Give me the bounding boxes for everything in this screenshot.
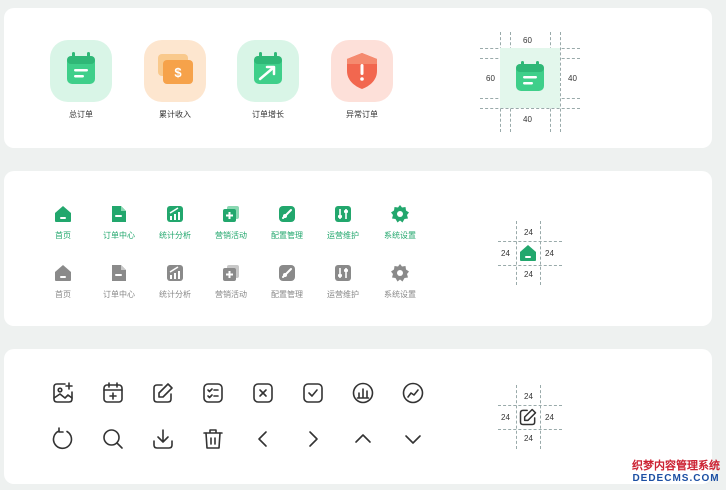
nav-label: 配置管理 — [271, 231, 303, 240]
checklist-icon[interactable] — [201, 381, 225, 405]
marketing-icon — [223, 265, 239, 281]
nav-item-settings[interactable]: 系统设置 — [372, 204, 428, 241]
nav-item-analytics-inactive[interactable]: 统计分析 — [147, 263, 203, 300]
stat-label-cumulative-income: 累计收入 — [159, 110, 191, 119]
nav-label: 营销活动 — [215, 231, 247, 240]
nav-item-config-inactive[interactable]: 配置管理 — [259, 263, 315, 300]
nav-item-home[interactable]: 首页 — [35, 204, 91, 241]
spec-top-value: 24 — [524, 392, 533, 401]
chart-up-icon — [167, 265, 183, 281]
download-icon[interactable] — [151, 427, 175, 451]
spec-bottom-value: 24 — [524, 434, 533, 443]
nav-label: 首页 — [55, 290, 71, 299]
refresh-icon[interactable] — [51, 427, 75, 451]
nav-item-orders[interactable]: 订单中心 — [91, 204, 147, 241]
nav-item-config[interactable]: 配置管理 — [259, 204, 315, 241]
cumulative-income-dollar-icon: $ — [144, 40, 206, 102]
spec-right-value: 40 — [568, 74, 577, 83]
nav-label: 营销活动 — [215, 290, 247, 299]
nav-label: 统计分析 — [159, 231, 191, 240]
order-growth-calendar-icon — [237, 40, 299, 102]
chevron-down-icon[interactable] — [401, 427, 425, 451]
spec-bottom-value: 24 — [524, 270, 533, 279]
line-chart-circle-icon[interactable] — [401, 381, 425, 405]
gear-icon — [391, 205, 409, 223]
edit-icon[interactable] — [151, 381, 175, 405]
nav-item-orders-inactive[interactable]: 订单中心 — [91, 263, 147, 300]
stats-icon-panel: 总订单 $ 累计收入 订单增长 异常订单 60 60 40 40 — [4, 8, 712, 148]
svg-text:$: $ — [174, 65, 182, 80]
edit-icon — [519, 408, 537, 426]
watermark-domain: DEDECMS.COM — [632, 473, 720, 484]
stat-label-order-growth: 订单增长 — [252, 110, 284, 119]
config-icon — [279, 206, 295, 222]
nav-item-marketing-inactive[interactable]: 营销活动 — [203, 263, 259, 300]
marketing-icon — [223, 206, 239, 222]
nav-label: 首页 — [55, 231, 71, 240]
nav-label: 订单中心 — [103, 290, 135, 299]
spec-left-value: 24 — [501, 413, 510, 422]
sliders-icon — [335, 265, 351, 281]
nav-label: 统计分析 — [159, 290, 191, 299]
spec-right-value: 24 — [545, 413, 554, 422]
nav-item-operations-inactive[interactable]: 运营维护 — [315, 263, 371, 300]
stat-label-total-orders: 总订单 — [69, 110, 93, 119]
watermark-title: 织梦内容管理系统 — [632, 460, 720, 472]
nav-label: 系统设置 — [384, 290, 416, 299]
abnormal-orders-shield-icon — [331, 40, 393, 102]
chart-up-icon — [167, 206, 183, 222]
chevron-right-icon[interactable] — [301, 427, 325, 451]
calendar-add-icon[interactable] — [101, 381, 125, 405]
spec-top-value: 24 — [524, 228, 533, 237]
gear-icon — [391, 264, 409, 282]
spec-top-value: 60 — [523, 36, 532, 45]
config-icon — [279, 265, 295, 281]
spec-right-value: 24 — [545, 249, 554, 258]
home-icon — [520, 245, 536, 261]
nav-item-operations[interactable]: 运营维护 — [315, 204, 371, 241]
image-add-icon[interactable] — [51, 381, 75, 405]
calendar-icon — [516, 61, 544, 91]
nav-icon-panel: 首页 订单中心 统计分析 营销活动 配置管理 运营维护 系统设置 首页 订单中心… — [4, 171, 712, 326]
nav-item-settings-inactive[interactable]: 系统设置 — [372, 263, 428, 300]
trash-icon[interactable] — [201, 427, 225, 451]
search-icon[interactable] — [101, 427, 125, 451]
nav-label: 系统设置 — [384, 231, 416, 240]
spec-bottom-value: 40 — [523, 115, 532, 124]
sliders-icon — [335, 206, 351, 222]
bar-chart-circle-icon[interactable] — [351, 381, 375, 405]
document-icon — [112, 265, 126, 281]
home-icon — [55, 265, 71, 281]
line-icon-panel: 24 24 24 24 — [4, 349, 712, 484]
nav-icon-size-spec: 24 24 24 24 — [498, 221, 562, 285]
spec-left-value: 24 — [501, 249, 510, 258]
home-icon — [55, 206, 71, 222]
document-icon — [112, 206, 126, 222]
chevron-up-icon[interactable] — [351, 427, 375, 451]
chevron-left-icon[interactable] — [251, 427, 275, 451]
nav-label: 配置管理 — [271, 290, 303, 299]
check-square-icon[interactable] — [301, 381, 325, 405]
close-square-icon[interactable] — [251, 381, 275, 405]
line-icon-size-spec: 24 24 24 24 — [498, 385, 562, 449]
nav-label: 订单中心 — [103, 231, 135, 240]
watermark: 织梦内容管理系统 DEDECMS.COM — [632, 457, 720, 484]
spec-left-value: 60 — [486, 74, 495, 83]
big-icon-size-spec: 60 60 40 40 — [480, 32, 580, 132]
nav-item-home-inactive[interactable]: 首页 — [35, 263, 91, 300]
total-orders-calendar-icon — [50, 40, 112, 102]
stat-label-abnormal-orders: 异常订单 — [346, 110, 378, 119]
nav-item-marketing[interactable]: 营销活动 — [203, 204, 259, 241]
nav-label: 运营维护 — [327, 231, 359, 240]
nav-label: 运营维护 — [327, 290, 359, 299]
nav-item-analytics[interactable]: 统计分析 — [147, 204, 203, 241]
